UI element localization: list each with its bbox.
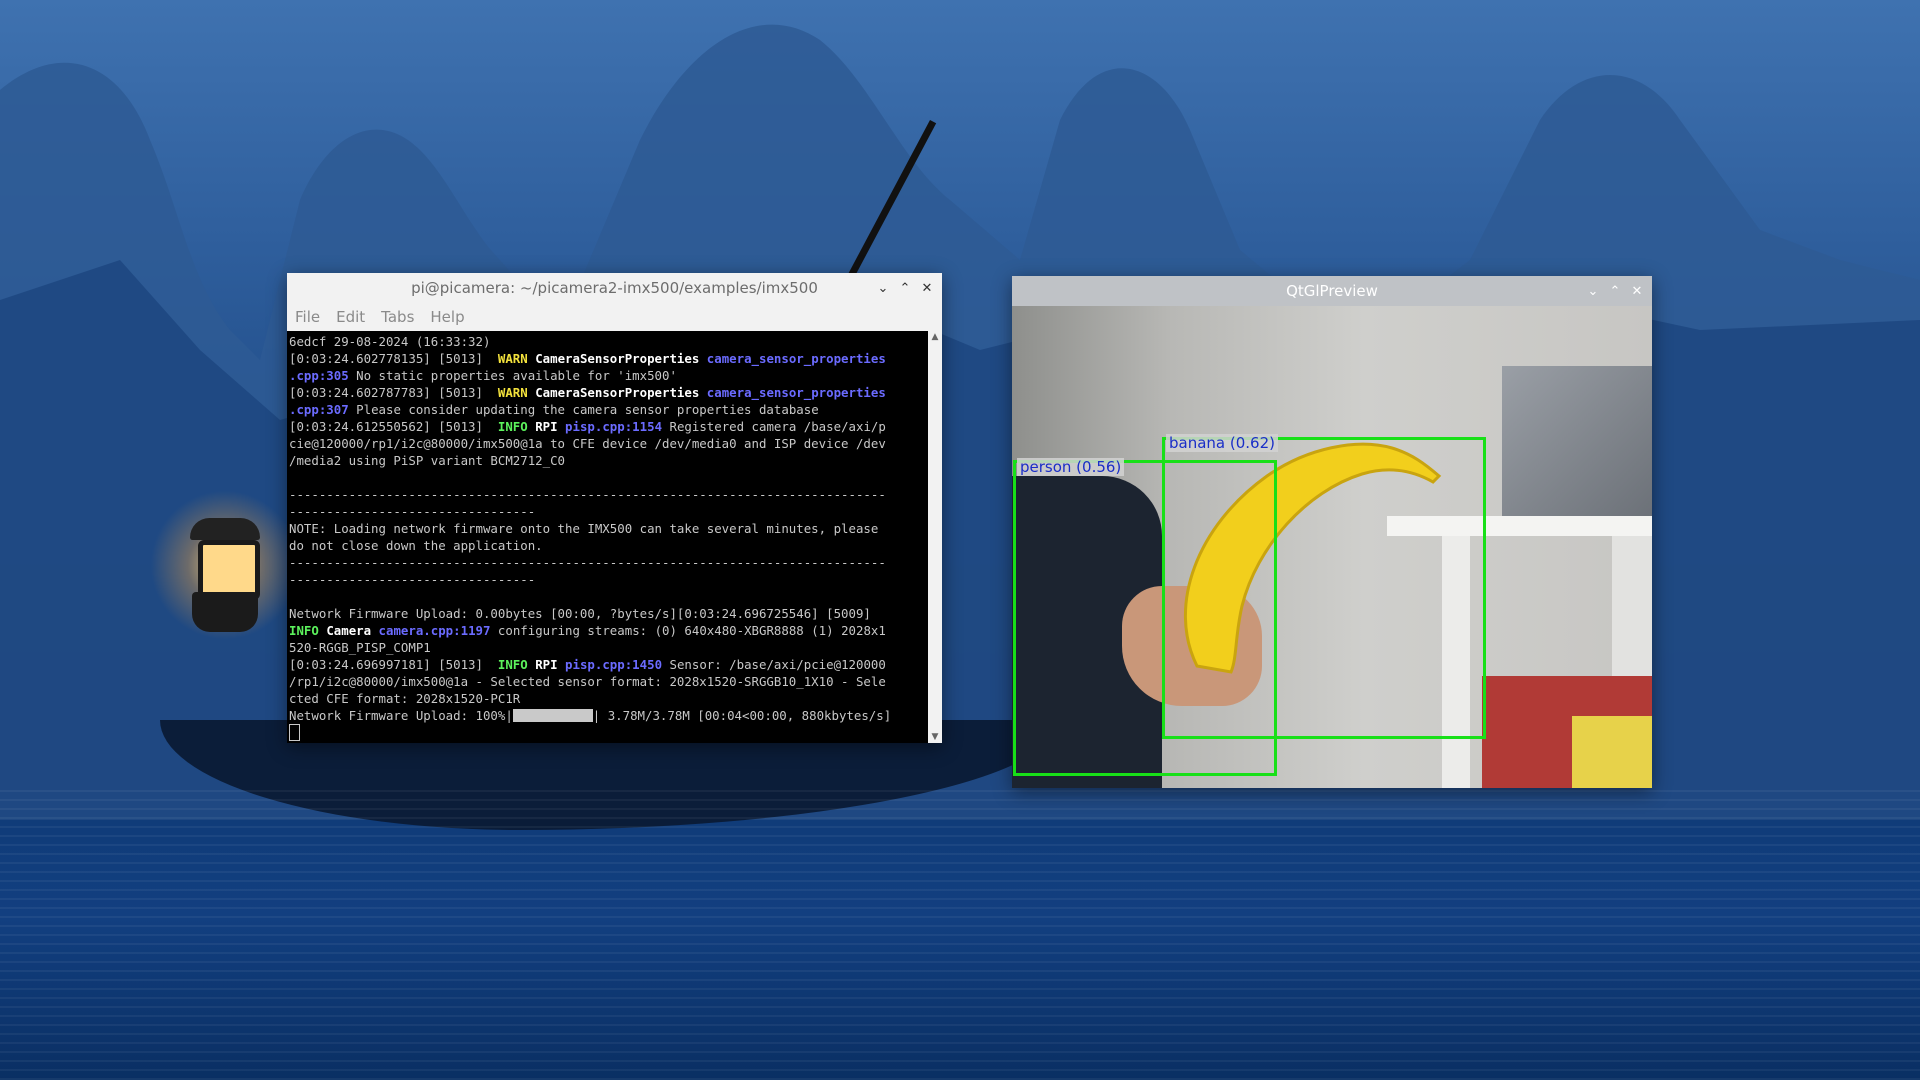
- terminal-scrollbar[interactable]: ▲ ▼: [928, 331, 942, 743]
- menu-help[interactable]: Help: [430, 308, 464, 326]
- preview-title: QtGlPreview: [1286, 282, 1378, 300]
- warn-tag: WARN: [497, 351, 528, 366]
- terminal-title: pi@picamera: ~/picamera2-imx500/examples…: [411, 279, 818, 297]
- close-icon[interactable]: ✕: [918, 279, 936, 297]
- term-line: Network Firmware Upload: 100%| | 3.78M/3.…: [289, 708, 892, 723]
- menu-tabs[interactable]: Tabs: [381, 308, 414, 326]
- term-line: ---------------------------------: [289, 572, 536, 587]
- menu-edit[interactable]: Edit: [336, 308, 365, 326]
- terminal-titlebar[interactable]: pi@picamera: ~/picamera2-imx500/examples…: [287, 273, 942, 303]
- terminal-menubar: File Edit Tabs Help: [287, 303, 942, 331]
- yellow-box: [1572, 716, 1652, 788]
- preview-titlebar[interactable]: QtGlPreview ⌄ ⌃ ✕: [1012, 276, 1652, 306]
- window-controls: ⌄ ⌃ ✕: [874, 273, 936, 303]
- maximize-icon[interactable]: ⌃: [1606, 282, 1624, 300]
- source-tag: Camera: [326, 623, 372, 638]
- maximize-icon[interactable]: ⌃: [896, 279, 914, 297]
- term-line: [0:03:24.612550562] [5013] INFO RPI pisp…: [289, 419, 886, 434]
- info-tag: INFO: [497, 419, 528, 434]
- printer-object: [1502, 366, 1652, 516]
- minimize-icon[interactable]: ⌄: [874, 279, 892, 297]
- term-line: ---------------------------------: [289, 504, 536, 519]
- term-line: INFO Camera camera.cpp:1197 configuring …: [289, 623, 886, 638]
- term-line: NOTE: Loading network firmware onto the …: [289, 521, 879, 536]
- bbox-label-person: person (0.56): [1017, 458, 1125, 476]
- term-line: cted CFE format: 2028x1520-PC1R: [289, 691, 521, 706]
- minimize-icon[interactable]: ⌄: [1584, 282, 1602, 300]
- term-line: do not close down the application.: [289, 538, 543, 553]
- term-line: ----------------------------------------…: [289, 555, 886, 570]
- window-controls: ⌄ ⌃ ✕: [1584, 276, 1646, 306]
- term-line: 6edcf 29-08-2024 (16:33:32): [289, 334, 491, 349]
- progress-bar: [512, 709, 593, 722]
- term-line: .cpp:307 Please consider updating the ca…: [289, 402, 819, 417]
- source-tag: RPI: [535, 419, 558, 434]
- scroll-down-icon[interactable]: ▼: [928, 731, 942, 743]
- term-line: 520-RGGB_PISP_COMP1: [289, 640, 431, 655]
- camera-feed: person (0.56) banana (0.62): [1012, 306, 1652, 788]
- terminal-cursor: [289, 724, 300, 741]
- term-line: ----------------------------------------…: [289, 487, 886, 502]
- term-line: /rp1/i2c@80000/imx500@1a - Selected sens…: [289, 674, 886, 689]
- source-tag: CameraSensorProperties: [535, 351, 700, 366]
- bbox-banana: [1162, 437, 1486, 739]
- term-line: [0:03:24.602787783] [5013] WARN CameraSe…: [289, 385, 886, 400]
- menu-file[interactable]: File: [295, 308, 320, 326]
- terminal-text: 6edcf 29-08-2024 (16:33:32) [0:03:24.602…: [287, 331, 928, 742]
- terminal-output[interactable]: 6edcf 29-08-2024 (16:33:32) [0:03:24.602…: [287, 331, 928, 743]
- preview-window[interactable]: QtGlPreview ⌄ ⌃ ✕ person (0.56) banana (…: [1012, 276, 1652, 788]
- close-icon[interactable]: ✕: [1628, 282, 1646, 300]
- term-line: .cpp:305 No static properties available …: [289, 368, 677, 383]
- term-line: Network Firmware Upload: 0.00bytes [00:0…: [289, 606, 871, 621]
- scroll-up-icon[interactable]: ▲: [928, 331, 942, 343]
- bbox-label-banana: banana (0.62): [1166, 434, 1278, 452]
- lantern-icon: [198, 540, 260, 600]
- lantern-base: [192, 592, 258, 632]
- term-line: [0:03:24.602778135] [5013] WARN CameraSe…: [289, 351, 886, 366]
- term-line: cie@120000/rp1/i2c@80000/imx500@1a to CF…: [289, 436, 886, 451]
- water-reflection: [0, 790, 1920, 1080]
- term-line: [0:03:24.696997181] [5013] INFO RPI pisp…: [289, 657, 886, 672]
- terminal-window[interactable]: pi@picamera: ~/picamera2-imx500/examples…: [287, 273, 942, 743]
- term-line: /media2 using PiSP variant BCM2712_C0: [289, 453, 566, 468]
- lantern-cap: [190, 518, 260, 540]
